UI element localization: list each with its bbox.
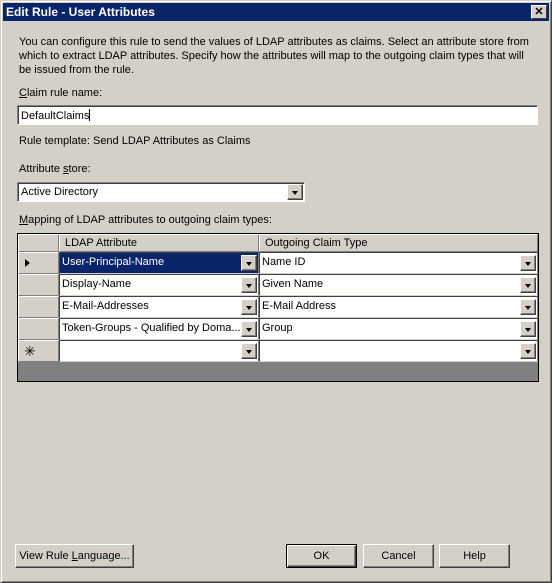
chevron-down-icon[interactable]: [241, 255, 257, 271]
window-title: Edit Rule - User Attributes: [6, 5, 155, 19]
claim-type-cell[interactable]: [259, 340, 538, 362]
chevron-down-icon[interactable]: [520, 343, 536, 359]
chevron-down-icon[interactable]: [520, 277, 536, 293]
cancel-button[interactable]: Cancel: [363, 544, 434, 568]
mapping-grid: LDAP Attribute Outgoing Claim Type User-…: [17, 233, 539, 382]
ldap-attribute-cell[interactable]: User-Principal-Name: [59, 252, 259, 274]
title-bar: Edit Rule - User Attributes ✕: [3, 3, 549, 21]
claim-rule-name-label: Claim rule name:: [19, 87, 103, 99]
claim-type-cell[interactable]: Group: [259, 318, 538, 340]
row-header[interactable]: [18, 296, 59, 318]
chevron-down-icon[interactable]: [520, 255, 536, 271]
chevron-down-icon[interactable]: [241, 277, 257, 293]
ldap-attribute-cell[interactable]: [59, 340, 259, 362]
chevron-down-icon[interactable]: [520, 299, 536, 315]
column-header-ldap[interactable]: LDAP Attribute: [59, 234, 259, 252]
row-header[interactable]: ✳: [18, 340, 59, 362]
current-row-icon: [25, 259, 30, 267]
text-caret: [89, 109, 91, 121]
claim-rule-name-input[interactable]: DefaultClaims: [17, 105, 538, 125]
claim-type-cell[interactable]: Name ID: [259, 252, 538, 274]
attribute-store-label: Attribute store:: [19, 163, 91, 175]
attribute-store-select[interactable]: Active Directory: [17, 182, 305, 202]
row-header[interactable]: [18, 318, 59, 340]
claim-type-cell[interactable]: Given Name: [259, 274, 538, 296]
chevron-down-icon[interactable]: [520, 321, 536, 337]
help-button[interactable]: Help: [439, 544, 510, 568]
ok-button[interactable]: OK: [286, 544, 357, 568]
ldap-attribute-cell[interactable]: E-Mail-Addresses: [59, 296, 259, 318]
rule-template-label: Rule template: Send LDAP Attributes as C…: [19, 135, 251, 147]
mapping-label: Mapping of LDAP attributes to outgoing c…: [19, 214, 272, 226]
chevron-down-icon[interactable]: [241, 299, 257, 315]
ldap-attribute-cell[interactable]: Token-Groups - Qualified by Doma...: [59, 318, 259, 340]
new-row-icon: ✳: [24, 343, 36, 359]
chevron-down-icon[interactable]: [241, 343, 257, 359]
row-header[interactable]: [18, 252, 59, 274]
row-header[interactable]: [18, 274, 59, 296]
chevron-down-icon[interactable]: [241, 321, 257, 337]
ldap-attribute-cell[interactable]: Display-Name: [59, 274, 259, 296]
edit-rule-dialog: Edit Rule - User Attributes ✕ You can co…: [0, 0, 552, 583]
grid-corner: [18, 234, 59, 252]
description-text: You can configure this rule to send the …: [19, 36, 529, 76]
view-rule-language-button[interactable]: View Rule Language...: [15, 544, 134, 568]
claim-type-cell[interactable]: E-Mail Address: [259, 296, 538, 318]
close-icon: ✕: [534, 6, 544, 18]
chevron-down-icon[interactable]: [287, 184, 303, 200]
column-header-claim[interactable]: Outgoing Claim Type: [259, 234, 538, 252]
close-button[interactable]: ✕: [531, 5, 547, 19]
